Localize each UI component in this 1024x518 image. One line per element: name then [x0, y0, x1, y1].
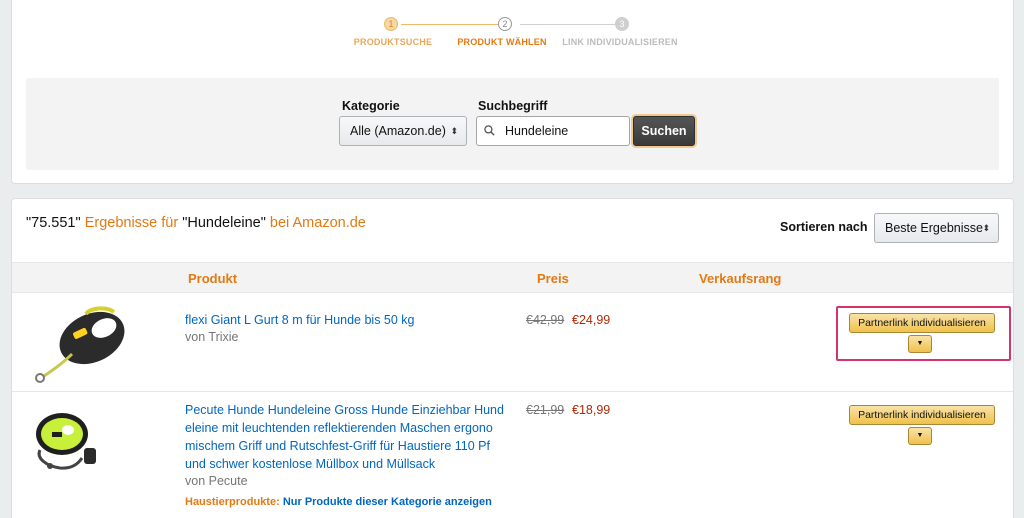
caret-down-icon: ▼: [916, 340, 924, 347]
product-by: von Trixie: [185, 330, 239, 344]
new-price: €18,99: [572, 403, 611, 417]
search-value: Hundeleine: [505, 124, 569, 138]
new-price: €24,99: [572, 313, 611, 327]
category-value: Alle (Amazon.de): [350, 124, 446, 138]
sort-select[interactable]: Beste Ergebnisse ⬍: [874, 213, 999, 243]
category-filter-link[interactable]: Nur Produkte dieser Kategorie anzeigen: [283, 496, 492, 508]
step-2-number: 2: [498, 17, 512, 31]
search-icon: [484, 125, 495, 136]
step-2-label: PRODUKT WÄHLEN: [457, 37, 547, 47]
search-card: 1 PRODUKTSUCHE 2 PRODUKT WÄHLEN 3 LINK I…: [11, 0, 1014, 184]
column-header-row: Produkt Preis Verkaufsrang: [12, 262, 1013, 293]
results-query: "Hundeleine": [182, 215, 266, 231]
step-1-label: PRODUKTSUCHE: [353, 37, 433, 47]
table-row: flexi Giant L Gurt 8 m für Hunde bis 50 …: [12, 294, 1013, 390]
product-image[interactable]: [26, 306, 132, 384]
table-row: Pecute Hunde Hundeleine Gross Hunde Einz…: [12, 392, 1013, 518]
step-3-number: 3: [615, 17, 629, 31]
category-name: Haustierprodukte:: [185, 496, 280, 508]
sort-value: Beste Ergebnisse: [885, 221, 983, 235]
category-label: Kategorie: [342, 99, 400, 113]
partnerlink-dropdown[interactable]: ▼: [908, 335, 932, 353]
column-rank: Verkaufsrang: [699, 271, 782, 286]
step-3-label: LINK INDIVIDUALISIEREN: [562, 37, 678, 47]
product-title-link[interactable]: Pecute Hunde Hundeleine Gross Hunde Einz…: [185, 401, 505, 473]
category-filter-line: Haustierprodukte: Nur Produkte dieser Ka…: [185, 496, 492, 508]
results-card: "75.551" Ergebnisse für "Hundeleine" bei…: [11, 198, 1014, 518]
sort-label: Sortieren nach: [780, 220, 868, 234]
results-count: "75.551": [26, 215, 81, 231]
column-product: Produkt: [188, 271, 238, 286]
step-line-todo: [520, 24, 626, 25]
progress-stepper: 1 PRODUKTSUCHE 2 PRODUKT WÄHLEN 3 LINK I…: [12, 0, 1015, 57]
step-line-done: [401, 24, 507, 25]
old-price: €21,99: [526, 403, 565, 417]
caret-updown-icon: ⬍: [450, 126, 458, 136]
step-1-number: 1: [384, 17, 398, 31]
category-select[interactable]: Alle (Amazon.de) ⬍: [339, 116, 467, 146]
product-image[interactable]: [26, 406, 106, 474]
search-button[interactable]: Suchen: [633, 116, 695, 146]
results-heading: "75.551" Ergebnisse für "Hundeleine" bei…: [26, 215, 366, 231]
column-price: Preis: [537, 271, 569, 286]
old-price: €42,99: [526, 313, 565, 327]
results-for: Ergebnisse für: [84, 215, 179, 231]
product-title-link[interactable]: flexi Giant L Gurt 8 m für Hunde bis 50 …: [185, 311, 505, 329]
partnerlink-dropdown[interactable]: ▼: [908, 427, 932, 445]
search-input[interactable]: Hundeleine: [476, 116, 630, 146]
caret-updown-icon: ⬍: [982, 223, 990, 233]
search-panel: Kategorie Alle (Amazon.de) ⬍ Suchbegriff…: [26, 78, 999, 170]
caret-down-icon: ▼: [916, 432, 924, 439]
partnerlink-button[interactable]: Partnerlink individualisieren: [849, 405, 995, 425]
term-label: Suchbegriff: [478, 99, 548, 113]
product-by: von Pecute: [185, 474, 248, 488]
partnerlink-button[interactable]: Partnerlink individualisieren: [849, 313, 995, 333]
results-store: bei Amazon.de: [269, 215, 366, 231]
